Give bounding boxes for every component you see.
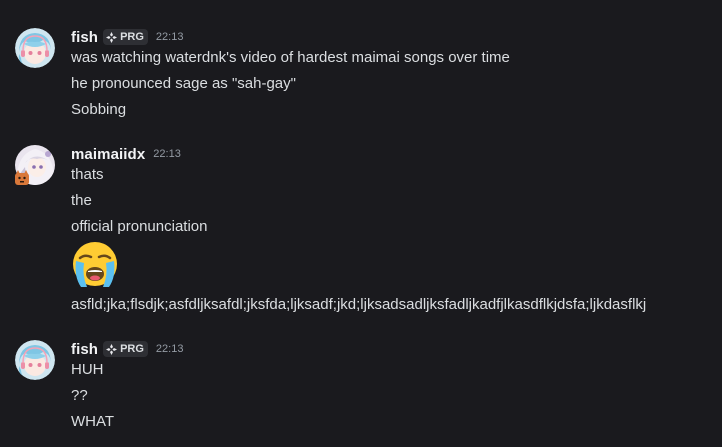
chat-log: fish PRG 22:13 was watching waterdnk's v… xyxy=(0,0,722,447)
user-avatar[interactable] xyxy=(15,340,55,380)
message-header: maimaiidx 22:13 xyxy=(71,144,181,164)
message-line: WHAT xyxy=(71,413,115,430)
anime-girl-blue-hair-avatar-icon xyxy=(15,28,55,68)
diamond-cross-icon xyxy=(106,31,118,43)
message-line: was watching waterdnk's video of hardest… xyxy=(71,49,510,66)
timestamp[interactable]: 22:13 xyxy=(156,343,184,355)
username[interactable]: maimaiidx xyxy=(71,146,145,163)
server-tag[interactable]: PRG xyxy=(103,29,148,45)
message-line: the xyxy=(71,192,92,209)
user-avatar[interactable] xyxy=(15,28,55,68)
message-line: ?? xyxy=(71,387,88,404)
loudly-crying-face-emoji-icon[interactable] xyxy=(70,241,120,289)
message-line: asfld;jka;flsdjk;asfdljksafdl;jksfda;ljk… xyxy=(71,296,647,313)
server-tag[interactable]: PRG xyxy=(103,341,148,357)
diamond-cross-icon xyxy=(106,343,118,355)
server-tag-label: PRG xyxy=(120,343,144,355)
server-tag-label: PRG xyxy=(120,31,144,43)
message-header: fish PRG 22:13 xyxy=(71,339,183,359)
timestamp[interactable]: 22:13 xyxy=(156,31,184,43)
message-line: Sobbing xyxy=(71,101,127,118)
username[interactable]: fish xyxy=(71,341,98,358)
anime-girl-white-hair-avatar-icon xyxy=(15,145,55,185)
user-avatar[interactable] xyxy=(15,145,55,185)
timestamp[interactable]: 22:13 xyxy=(153,148,181,160)
message-header: fish PRG 22:13 xyxy=(71,27,183,47)
message-line: he pronounced sage as "sah-gay" xyxy=(71,75,296,92)
anime-girl-blue-hair-avatar-icon xyxy=(15,340,55,380)
message-line: HUH xyxy=(71,361,104,378)
message-line: official pronunciation xyxy=(71,218,208,235)
message-line: thats xyxy=(71,166,104,183)
username[interactable]: fish xyxy=(71,29,98,46)
